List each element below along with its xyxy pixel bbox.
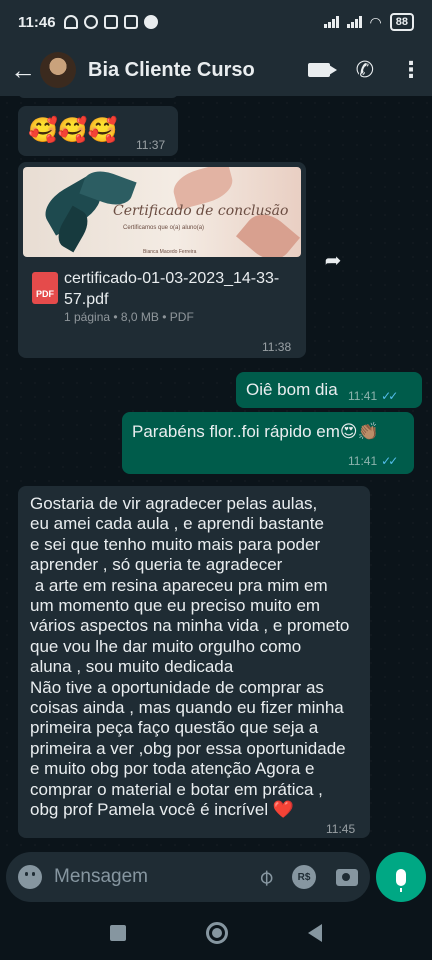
message-input[interactable] xyxy=(54,866,214,888)
wifi-icon: ◠ xyxy=(369,13,382,30)
outgoing-message[interactable]: Parabéns flor..foi rápido em😍👏🏽 11:41 ✓✓ xyxy=(122,412,414,474)
back-triangle-icon[interactable] xyxy=(308,924,322,942)
file-meta: 1 página • 8,0 MB • PDF xyxy=(64,310,194,324)
message-time: 11:41 ✓✓ xyxy=(348,389,398,403)
status-time: 11:46 xyxy=(18,13,56,31)
recent-apps-icon[interactable] xyxy=(110,925,126,941)
mic-button[interactable] xyxy=(376,852,426,902)
signal-icon xyxy=(346,16,362,28)
alarm-icon xyxy=(83,15,98,29)
mute-icon xyxy=(63,15,78,29)
message-text: Parabéns flor..foi rápido em😍👏🏽 xyxy=(132,422,379,441)
message-time-value: 11:41 xyxy=(348,389,378,403)
incoming-long-message[interactable]: Gostaria de vir agradecer pelas aulas, e… xyxy=(18,486,370,838)
certificate-signature: Bianca Macedo Ferreira xyxy=(143,249,197,255)
avatar[interactable] xyxy=(40,52,76,88)
payment-icon[interactable]: R$ xyxy=(292,865,316,889)
signal-icon xyxy=(323,16,339,28)
pdf-file-icon: PDF xyxy=(32,272,58,304)
camera-icon[interactable] xyxy=(336,868,358,886)
message-time: 11:45 xyxy=(326,822,356,836)
system-nav-bar xyxy=(0,906,432,960)
arrow-left-icon[interactable]: ← xyxy=(10,55,36,86)
app-icon xyxy=(143,15,158,29)
instagram-icon xyxy=(123,15,138,29)
chat-area[interactable]: 🥰🥰🥰 11:37 Certificado de conclusão Certi… xyxy=(0,96,432,850)
status-bar: 11:46 ◠ 88 xyxy=(0,0,432,44)
message-time: 11:37 xyxy=(136,138,166,152)
contact-name[interactable]: Bia Cliente Curso xyxy=(88,59,255,82)
chat-header: ← Bia Cliente Curso ✆ ⋮ xyxy=(0,44,432,96)
message-composer: ⌀ R$ xyxy=(6,852,370,902)
message-bubble-emoji[interactable]: 🥰🥰🥰 11:37 xyxy=(18,106,178,156)
more-vertical-icon[interactable]: ⋮ xyxy=(400,59,422,81)
microphone-icon xyxy=(396,868,406,892)
message-time: 11:41 ✓✓ xyxy=(348,454,398,468)
video-call-icon[interactable] xyxy=(307,63,337,77)
header-actions: ✆ ⋮ xyxy=(307,59,422,81)
instagram-icon xyxy=(103,15,118,29)
message-text: 🥰🥰🥰 xyxy=(28,117,118,144)
composer-actions: ⌀ R$ xyxy=(251,863,358,890)
home-icon[interactable] xyxy=(206,922,228,944)
read-ticks-icon: ✓✓ xyxy=(381,389,398,403)
message-text: Oiê bom dia xyxy=(246,380,338,399)
certificate-title: Certificado de conclusão xyxy=(113,203,289,219)
read-ticks-icon: ✓✓ xyxy=(381,454,398,468)
battery-icon: 88 xyxy=(389,13,414,31)
document-message[interactable]: Certificado de conclusão Certificamos qu… xyxy=(18,162,306,358)
forward-icon[interactable]: ➦ xyxy=(318,246,348,276)
notification-icons xyxy=(63,15,158,29)
pdf-label: PDF xyxy=(36,289,54,299)
message-time-value: 11:41 xyxy=(348,454,378,468)
emoji-icon[interactable] xyxy=(18,865,42,889)
phone-icon[interactable]: ✆ xyxy=(356,59,374,81)
certificate-subtitle: Certificamos que o(a) aluno(a) xyxy=(123,225,205,231)
message-text: Gostaria de vir agradecer pelas aulas, e… xyxy=(30,494,350,820)
outgoing-message[interactable]: Oiê bom dia 11:41 ✓✓ xyxy=(236,372,422,408)
attach-icon[interactable]: ⌀ xyxy=(251,863,279,891)
file-name[interactable]: certificado-01-03-2023_14-33-57.pdf xyxy=(64,268,294,310)
message-time: 11:38 xyxy=(262,340,292,354)
document-preview[interactable]: Certificado de conclusão Certificamos qu… xyxy=(23,167,301,257)
message-bubble-partial[interactable] xyxy=(18,96,178,98)
system-icons: ◠ 88 xyxy=(323,13,414,31)
